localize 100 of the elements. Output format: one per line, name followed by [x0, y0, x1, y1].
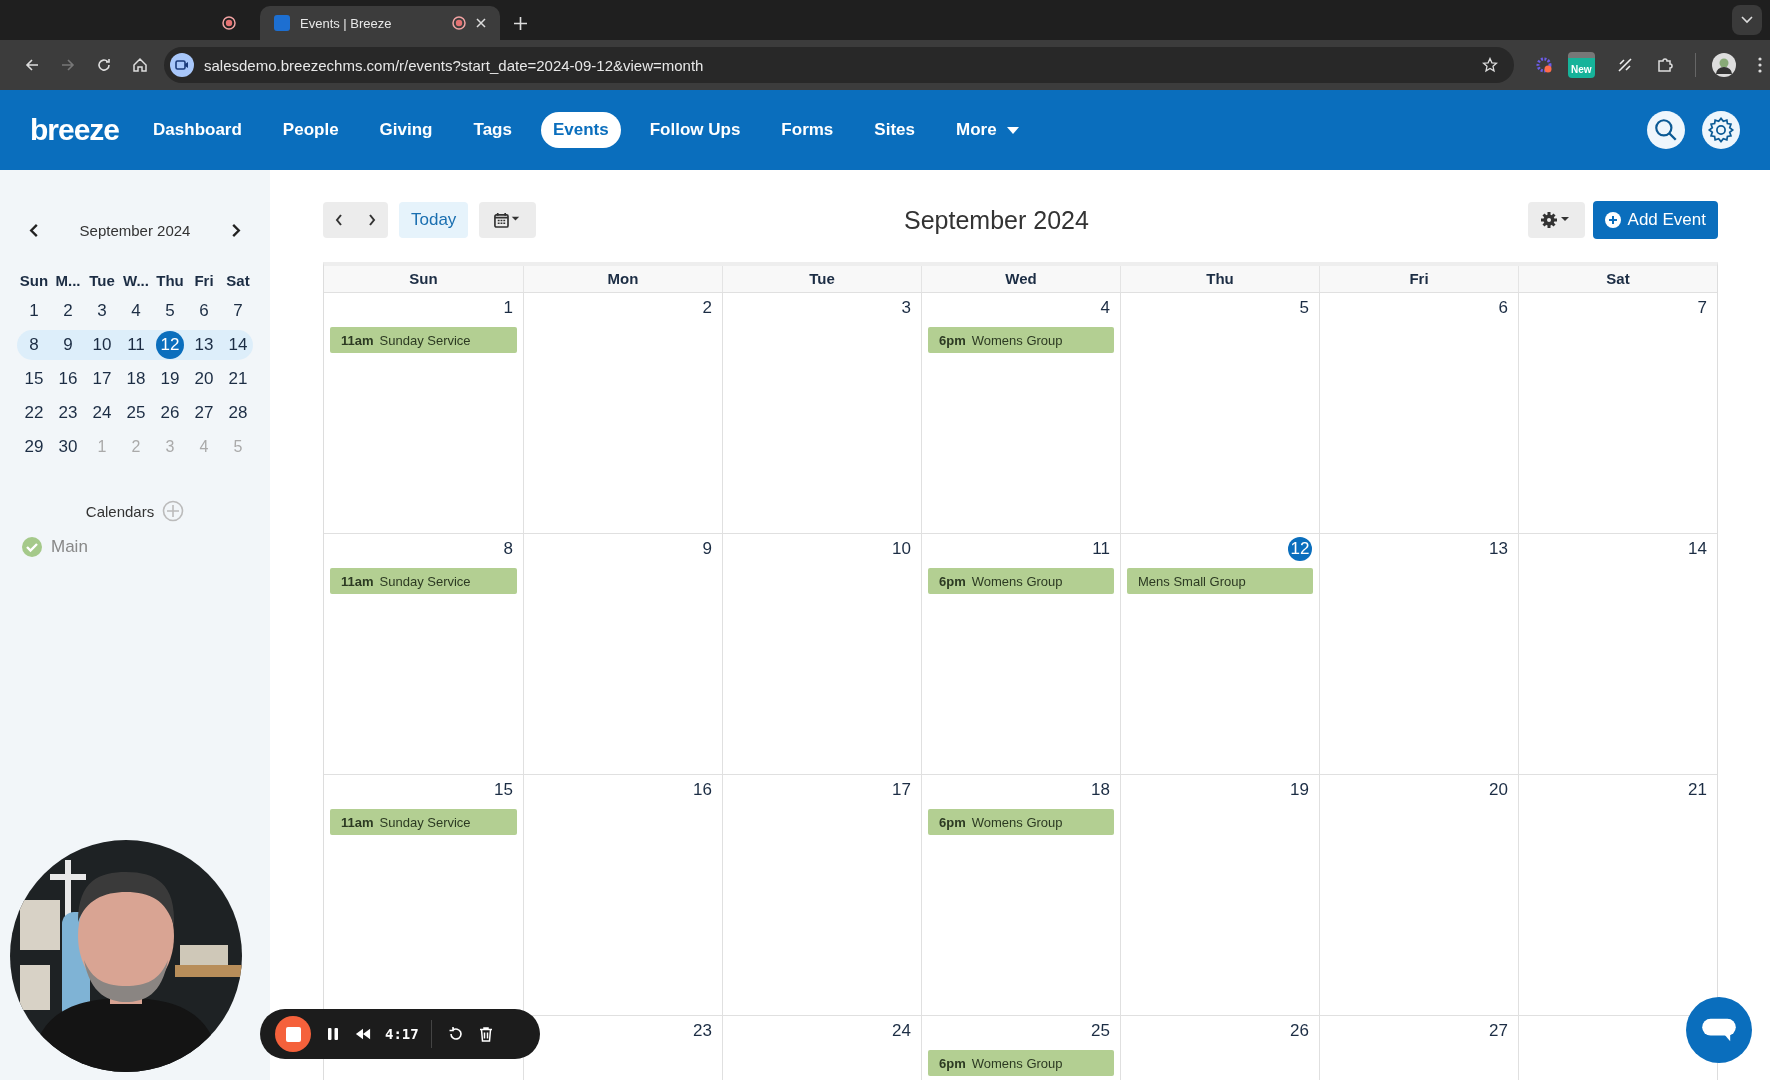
- close-icon[interactable]: [476, 18, 486, 28]
- rewind-icon[interactable]: [355, 1026, 371, 1042]
- day-number: 6: [1498, 298, 1508, 318]
- mini-calendar-day[interactable]: 22: [20, 399, 48, 427]
- calendar-title: September 2024: [903, 205, 1090, 235]
- view-dropdown-button[interactable]: [479, 202, 537, 238]
- mini-calendar-day[interactable]: 2: [54, 297, 82, 325]
- extension-icon[interactable]: [1534, 55, 1554, 75]
- mini-calendar-day[interactable]: 17: [88, 365, 116, 393]
- mini-calendar-day[interactable]: 13: [190, 331, 218, 359]
- mini-calendar-day[interactable]: 12: [156, 331, 184, 359]
- mini-calendar-day[interactable]: 19: [156, 365, 184, 393]
- stop-button[interactable]: [275, 1016, 311, 1052]
- weekday-label: Tue: [88, 271, 116, 289]
- address-bar[interactable]: salesdemo.breezechms.com/r/events?start_date=2024-09-12&view=month: [164, 47, 1514, 83]
- mini-calendar-day[interactable]: 14: [224, 331, 252, 359]
- event-bar[interactable]: 11am Sunday Service: [330, 568, 517, 594]
- day-number: 13: [1489, 539, 1508, 559]
- event-bar[interactable]: 6pm Womens Group: [928, 809, 1114, 835]
- column-header: Sat: [1518, 266, 1717, 292]
- mini-calendar-day[interactable]: 26: [156, 399, 184, 427]
- mini-calendar-day[interactable]: 23: [54, 399, 82, 427]
- nav-item[interactable]: Events: [540, 112, 621, 148]
- add-event-button[interactable]: Add Event: [1592, 201, 1718, 239]
- mini-calendar-day[interactable]: 29: [20, 433, 48, 461]
- profile-avatar[interactable]: [1711, 53, 1736, 77]
- mini-calendar-day[interactable]: 9: [54, 331, 82, 359]
- event-bar[interactable]: 11am Sunday Service: [330, 327, 517, 353]
- today-button[interactable]: Today: [399, 202, 469, 238]
- mini-calendar-day[interactable]: 20: [190, 365, 218, 393]
- home-icon[interactable]: [132, 57, 148, 73]
- nav-item[interactable]: People: [270, 112, 351, 148]
- day-number: 26: [1290, 1021, 1309, 1041]
- mini-calendar-day[interactable]: 3: [88, 297, 116, 325]
- day-number: 10: [892, 539, 911, 559]
- day-number: 27: [1489, 1021, 1508, 1041]
- mini-calendar-day[interactable]: 6: [190, 297, 218, 325]
- event-bar[interactable]: 11am Sunday Service: [330, 809, 517, 835]
- mini-calendar-day[interactable]: 30: [54, 433, 82, 461]
- tab-list-button[interactable]: [1732, 5, 1762, 35]
- day-number: 15: [494, 780, 513, 800]
- day-number: 2: [702, 298, 712, 318]
- nav-item[interactable]: Forms: [769, 112, 846, 148]
- mini-calendar-day[interactable]: 21: [224, 365, 252, 393]
- camera-icon: [170, 53, 194, 77]
- nav-item[interactable]: More: [943, 112, 1031, 148]
- mini-calendar-day[interactable]: 8: [20, 331, 48, 359]
- event-bar[interactable]: 6pm Womens Group: [928, 1050, 1114, 1076]
- day-number: 7: [1697, 298, 1707, 318]
- column-header: Wed: [921, 266, 1120, 292]
- menu-icon[interactable]: [1757, 57, 1762, 73]
- pause-icon[interactable]: [325, 1026, 341, 1042]
- back-icon[interactable]: [24, 57, 40, 73]
- event-bar[interactable]: 6pm Womens Group: [928, 568, 1114, 594]
- day-number: 4: [1100, 298, 1110, 318]
- day-number: 3: [901, 298, 911, 318]
- day-number: 24: [892, 1021, 911, 1041]
- weekday-label: Sun: [18, 271, 50, 289]
- mini-calendar-day[interactable]: 18: [122, 365, 150, 393]
- mini-calendar-day[interactable]: 4: [122, 297, 150, 325]
- reload-icon[interactable]: [96, 57, 112, 73]
- nav-item[interactable]: Follow Ups: [637, 112, 753, 148]
- mini-calendar-day[interactable]: 15: [20, 365, 48, 393]
- nav-item[interactable]: Dashboard: [141, 112, 254, 148]
- mini-calendar-day[interactable]: 16: [54, 365, 82, 393]
- delete-icon[interactable]: [477, 1026, 494, 1042]
- weekday-label: Sat: [225, 271, 251, 289]
- restart-icon[interactable]: [447, 1026, 464, 1042]
- mini-calendar-day[interactable]: 7: [224, 297, 252, 325]
- day-number: 20: [1489, 780, 1508, 800]
- mini-calendar-day[interactable]: 5: [156, 297, 184, 325]
- forward-icon[interactable]: [60, 57, 76, 73]
- bookmark-star-icon[interactable]: [1482, 57, 1498, 73]
- search-icon: [1653, 117, 1679, 143]
- new-tab-icon[interactable]: [514, 17, 527, 30]
- browser-tab[interactable]: Events | Breeze: [260, 6, 500, 40]
- settings-button[interactable]: [1702, 111, 1740, 149]
- event-bar[interactable]: 6pm Womens Group: [928, 327, 1114, 353]
- nav-item[interactable]: Tags: [461, 112, 524, 148]
- site-icon: [274, 15, 290, 31]
- mini-calendar-day[interactable]: 27: [190, 399, 218, 427]
- day-number: 19: [1290, 780, 1309, 800]
- mini-calendar-day[interactable]: 28: [224, 399, 252, 427]
- mini-calendar-day[interactable]: 1: [20, 297, 48, 325]
- mini-calendar-day[interactable]: 24: [88, 399, 116, 427]
- search-button[interactable]: [1647, 111, 1685, 149]
- month-title: September 2024: [79, 221, 191, 239]
- mini-calendar-day[interactable]: 10: [88, 331, 116, 359]
- mini-calendar-day[interactable]: 11: [122, 331, 150, 359]
- gear-icon: [1707, 116, 1735, 144]
- nav-item[interactable]: Giving: [367, 112, 445, 148]
- checked-icon[interactable]: [21, 536, 43, 558]
- settings-dropdown-button[interactable]: [1527, 202, 1585, 238]
- nav-item[interactable]: Sites: [862, 112, 927, 148]
- event-bar[interactable]: Mens Small Group: [1127, 568, 1313, 594]
- day-number: 18: [1091, 780, 1110, 800]
- breeze-logo[interactable]: breeze: [30, 113, 120, 147]
- column-header: Thu: [1120, 266, 1319, 292]
- weekday-label: M...: [54, 271, 82, 289]
- mini-calendar-day[interactable]: 25: [122, 399, 150, 427]
